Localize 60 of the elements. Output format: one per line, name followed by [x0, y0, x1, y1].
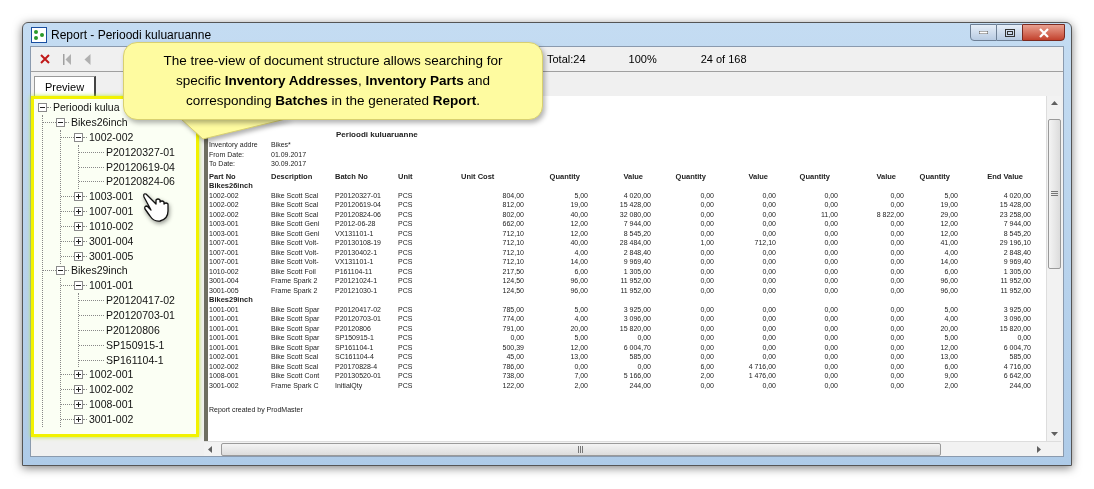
tree-item[interactable]: 3001-004	[89, 234, 134, 248]
expand-icon[interactable]	[74, 385, 83, 395]
expand-icon[interactable]	[74, 370, 83, 380]
grip-icon	[1050, 191, 1058, 198]
expand-icon[interactable]	[74, 400, 83, 410]
tab[interactable]: Preview	[34, 76, 97, 97]
tree-item[interactable]: 1002-001	[89, 368, 134, 382]
tree-item[interactable]: Bikes26inch	[71, 116, 128, 129]
collapse-icon[interactable]	[74, 281, 83, 291]
collapse-icon[interactable]	[56, 118, 65, 127]
scroll-right-icon[interactable]	[1037, 445, 1041, 453]
scrollbar-thumb[interactable]	[221, 442, 941, 456]
close-button[interactable]	[1022, 24, 1065, 41]
scroll-down-icon[interactable]	[1050, 432, 1058, 437]
expand-icon[interactable]	[74, 251, 83, 261]
grip-icon	[578, 445, 584, 453]
tree-item[interactable]: 1002-002	[89, 383, 134, 397]
tree-item[interactable]: Perioodi kulua	[53, 101, 120, 115]
scroll-up-icon[interactable]	[1050, 101, 1058, 106]
app-icon	[31, 26, 47, 43]
vertical-scrollbar[interactable]	[1046, 96, 1061, 442]
tree-item[interactable]: 1001-001	[89, 279, 134, 293]
tree-item[interactable]: SP161104-1	[106, 353, 164, 367]
minimize-icon	[979, 31, 988, 34]
cancel-icon[interactable]	[40, 54, 50, 65]
expand-icon[interactable]	[74, 414, 83, 424]
close-icon	[1037, 27, 1050, 38]
tree-item[interactable]: P20120327-01	[106, 145, 175, 159]
tree-item[interactable]: P20120619-04	[106, 160, 175, 174]
scrollbar-thumb[interactable]	[1047, 119, 1061, 270]
maximize-button[interactable]	[997, 24, 1022, 41]
total-count: Total:24	[547, 52, 586, 67]
expand-icon[interactable]	[74, 207, 83, 217]
tree-item[interactable]: Bikes29inch	[71, 264, 128, 278]
expand-icon[interactable]	[74, 192, 83, 202]
tree-item[interactable]: 1010-002	[89, 219, 134, 233]
tree-item[interactable]: 1007-001	[89, 205, 134, 219]
report-title: Perioodi kuluaruanne	[336, 130, 418, 140]
zoom-level: 100%	[628, 52, 657, 67]
collapse-icon[interactable]	[38, 103, 47, 113]
tree-item[interactable]: 3001-002	[89, 412, 134, 426]
expand-icon[interactable]	[74, 221, 83, 231]
tree-item[interactable]: 1008-001	[89, 398, 134, 412]
maximize-icon	[1004, 28, 1015, 37]
tree-item[interactable]: 3001-005	[89, 249, 134, 263]
horizontal-scrollbar[interactable]	[204, 441, 1061, 457]
tree-item[interactable]: P20120806	[106, 323, 160, 337]
callout-text: The tree-view of document structure allows searching for specific Inventory Addresses, Inventory Parts and corresponding Batches in the generated Report.	[162, 52, 504, 110]
tree-item[interactable]: P20120824-06	[106, 175, 175, 189]
tree-item[interactable]: P20120417-02	[106, 294, 175, 308]
window-title: Report - Perioodi kuluaruanne	[51, 28, 212, 41]
collapse-icon[interactable]	[74, 132, 83, 142]
collapse-icon[interactable]	[56, 266, 65, 276]
tree-item[interactable]: P20120703-01	[106, 309, 175, 322]
page-indicator: 24 of 168	[700, 52, 747, 67]
tree-item[interactable]: 1002-002	[89, 130, 134, 144]
tree-item[interactable]: SP150915-1	[106, 338, 165, 352]
expand-icon[interactable]	[74, 236, 83, 246]
tree-item[interactable]: 1003-001	[89, 190, 134, 204]
scroll-left-icon[interactable]	[208, 445, 212, 453]
